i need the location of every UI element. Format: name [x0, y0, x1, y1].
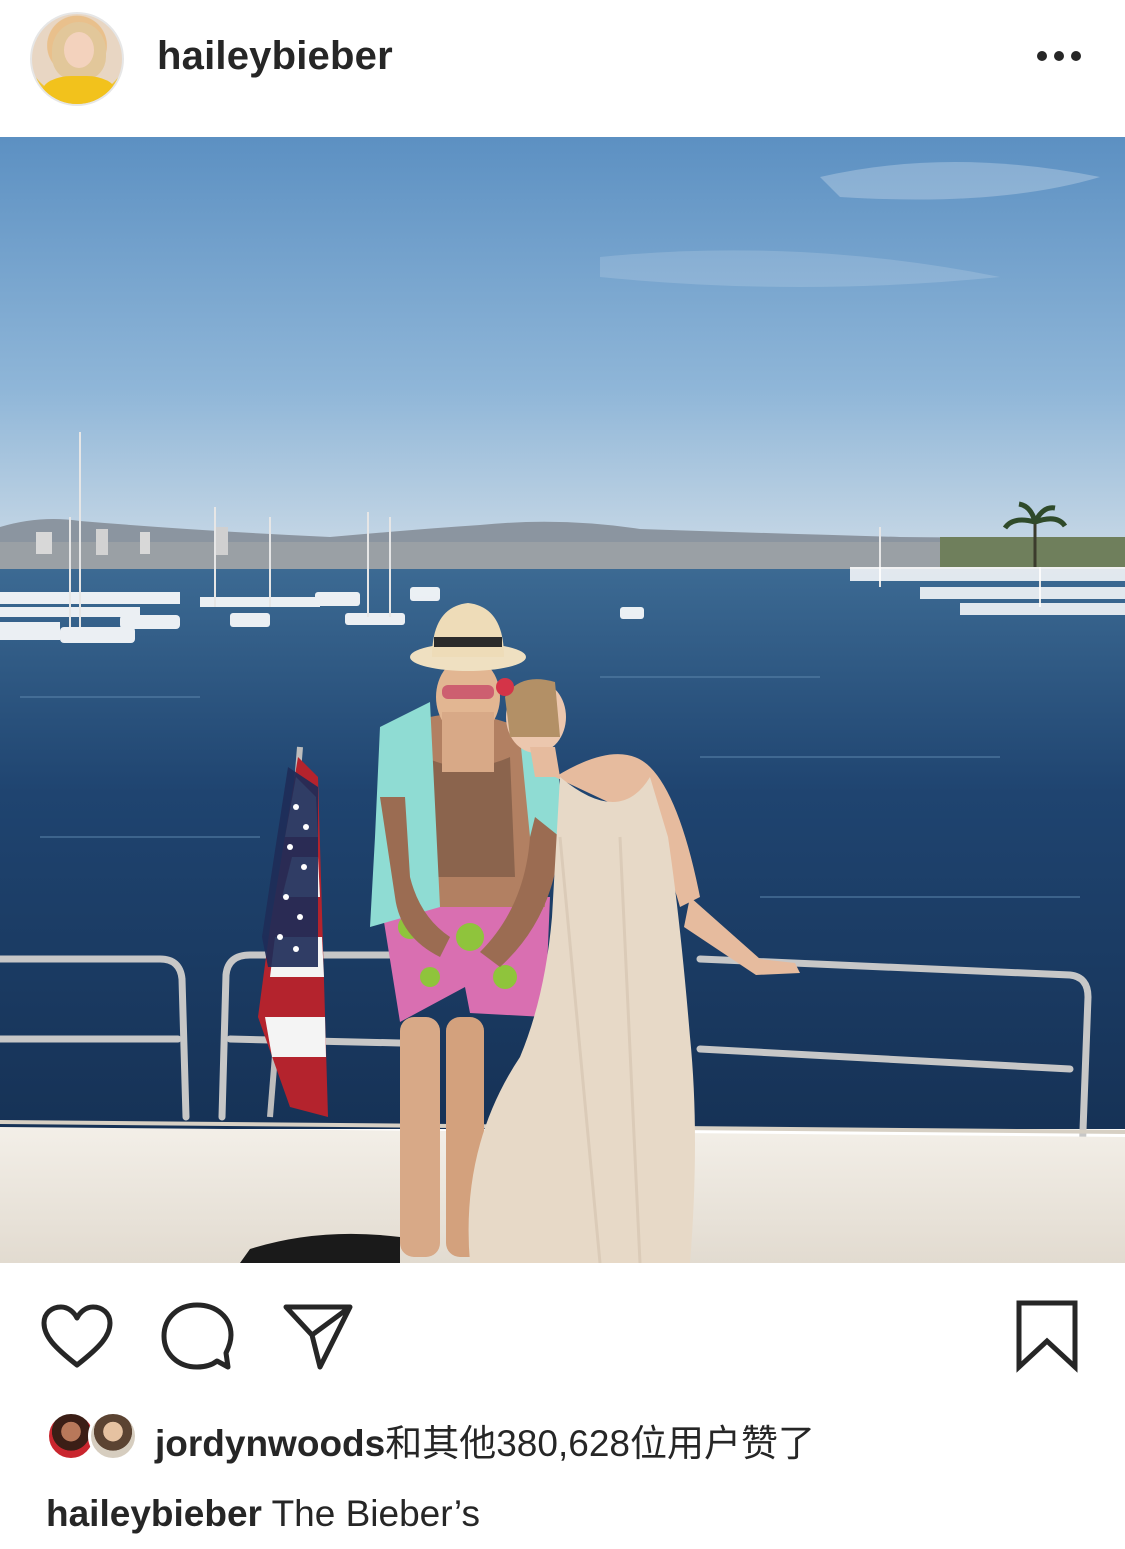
ellipsis-icon[interactable]	[1034, 48, 1084, 64]
likes-summary[interactable]: jordynwoods和其他380,628位用户赞了	[0, 1403, 1125, 1473]
likes-text: jordynwoods和其他380,628位用户赞了	[155, 1413, 815, 1467]
post-photo[interactable]	[0, 137, 1125, 1263]
caption-username[interactable]: haileybieber	[46, 1493, 262, 1534]
liker-avatar-2[interactable]	[88, 1411, 138, 1461]
liker-username[interactable]: jordynwoods	[155, 1423, 385, 1464]
paper-plane-icon[interactable]	[282, 1301, 356, 1373]
avatar-face	[64, 32, 94, 68]
caption: haileybieber The Bieber’s	[46, 1493, 480, 1535]
post-photo-illustration	[0, 137, 1125, 1263]
post-header: haileybieber	[0, 0, 1125, 137]
header-username[interactable]: haileybieber	[157, 34, 393, 79]
caption-text: The Bieber’s	[271, 1493, 480, 1534]
bookmark-icon[interactable]	[1014, 1299, 1080, 1373]
likes-count-text[interactable]: 和其他380,628位用户赞了	[385, 1423, 815, 1464]
profile-avatar[interactable]	[30, 12, 124, 106]
heart-icon[interactable]	[40, 1303, 114, 1369]
action-bar	[0, 1263, 1125, 1403]
avatar-shirt	[42, 76, 116, 104]
comment-bubble-icon[interactable]	[160, 1301, 234, 1373]
